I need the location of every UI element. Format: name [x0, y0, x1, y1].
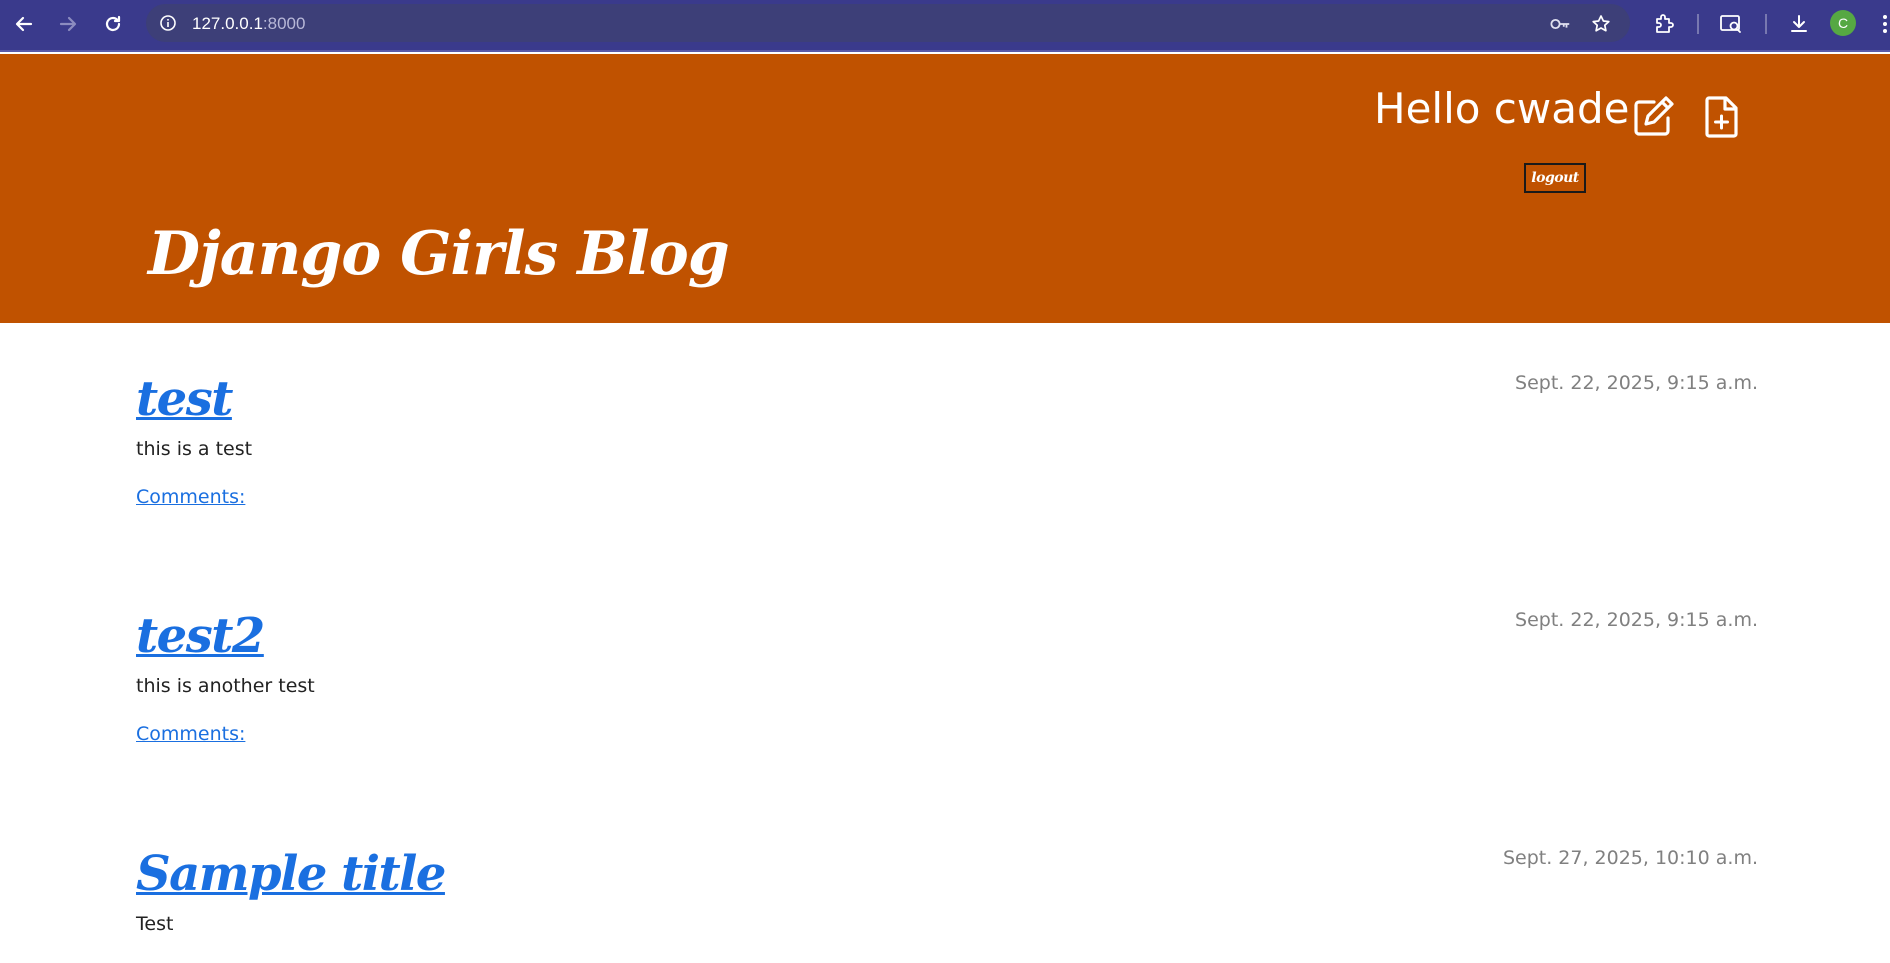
post-body: this is a test: [136, 438, 253, 460]
post-body: this is another test: [136, 675, 315, 697]
extensions-icon[interactable]: [1650, 10, 1678, 38]
comments-link[interactable]: Comments:: [136, 486, 245, 508]
edit-icon[interactable]: [1632, 94, 1676, 140]
site-title-link[interactable]: Django Girls Blog: [148, 219, 730, 289]
password-key-icon[interactable]: [1550, 13, 1572, 35]
post-body: Test: [136, 913, 174, 935]
url-host: 127.0.0.1: [192, 14, 263, 33]
url-port: :8000: [262, 14, 306, 33]
post-date: Sept. 22, 2025, 9:15 a.m.: [1515, 609, 1758, 631]
back-icon[interactable]: [10, 10, 38, 38]
profile-initial: C: [1837, 15, 1849, 31]
new-post-icon[interactable]: [1700, 94, 1744, 140]
more-menu-icon[interactable]: [1880, 12, 1890, 36]
url-text[interactable]: 127.0.0.1:8000: [192, 14, 305, 34]
forward-icon[interactable]: [54, 10, 82, 38]
page-header: Hello cwade logout Django Girls Blog: [0, 54, 1890, 323]
post-date: Sept. 22, 2025, 9:15 a.m.: [1515, 372, 1758, 394]
post-item: test2 Sept. 22, 2025, 9:15 a.m. this is …: [136, 607, 1758, 745]
post-item: Sample title Sept. 27, 2025, 10:10 a.m. …: [136, 845, 1758, 935]
toolbar-divider: [1697, 14, 1699, 34]
profile-avatar[interactable]: C: [1830, 10, 1856, 36]
toolbar-divider: [1765, 14, 1767, 34]
browser-toolbar: 127.0.0.1:8000 C: [0, 0, 1890, 52]
logout-button[interactable]: logout: [1524, 163, 1586, 193]
post-date: Sept. 27, 2025, 10:10 a.m.: [1502, 847, 1758, 869]
download-icon[interactable]: [1785, 10, 1813, 38]
comments-link[interactable]: Comments:: [136, 723, 245, 745]
reload-icon[interactable]: [99, 10, 127, 38]
bookmark-star-icon[interactable]: [1590, 13, 1612, 35]
tab-search-icon[interactable]: [1717, 10, 1745, 38]
site-info-icon[interactable]: [158, 13, 178, 33]
user-greeting: Hello cwade: [1374, 84, 1630, 133]
post-item: test Sept. 22, 2025, 9:15 a.m. this is a…: [136, 370, 1758, 508]
address-bar[interactable]: 127.0.0.1:8000: [146, 4, 1630, 42]
